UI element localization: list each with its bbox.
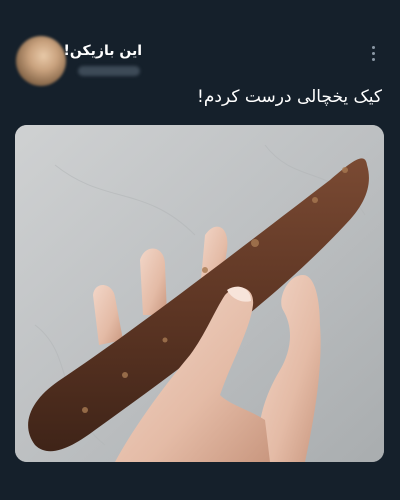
more-options-button[interactable] bbox=[364, 44, 382, 62]
user-handle-blurred bbox=[78, 66, 140, 76]
tweet-text: کیک یخچالی درست کردم! bbox=[197, 87, 382, 107]
tweet-media-image[interactable] bbox=[15, 125, 384, 462]
more-vertical-icon bbox=[371, 45, 375, 49]
avatar[interactable] bbox=[16, 36, 66, 86]
display-name[interactable]: این بازیکن! bbox=[64, 43, 142, 59]
tweet-header: این بازیکن! کیک یخچالی درست کردم! bbox=[0, 0, 400, 125]
photo-hand-holding-cake-log bbox=[15, 125, 384, 462]
